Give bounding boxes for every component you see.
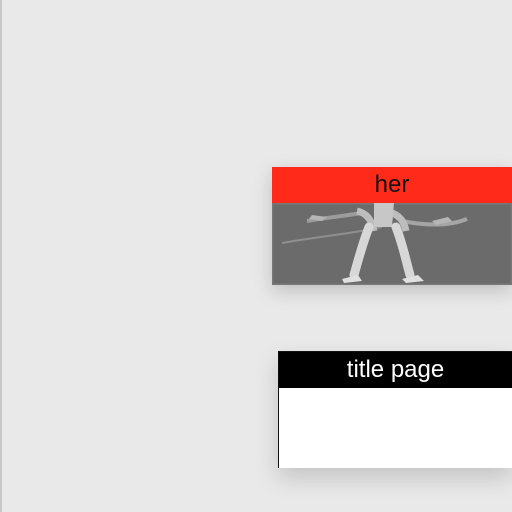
card-her[interactable]: her [272, 167, 512, 285]
card-title-page-title: title page [279, 352, 512, 388]
card-title-page[interactable]: title page [278, 351, 512, 468]
card-title-page-body [279, 388, 512, 468]
card-her-image [272, 203, 512, 285]
left-edge-divider [0, 0, 2, 512]
card-her-title: her [272, 167, 512, 203]
figure-image-icon [272, 203, 512, 285]
canvas: her title page [0, 0, 512, 512]
